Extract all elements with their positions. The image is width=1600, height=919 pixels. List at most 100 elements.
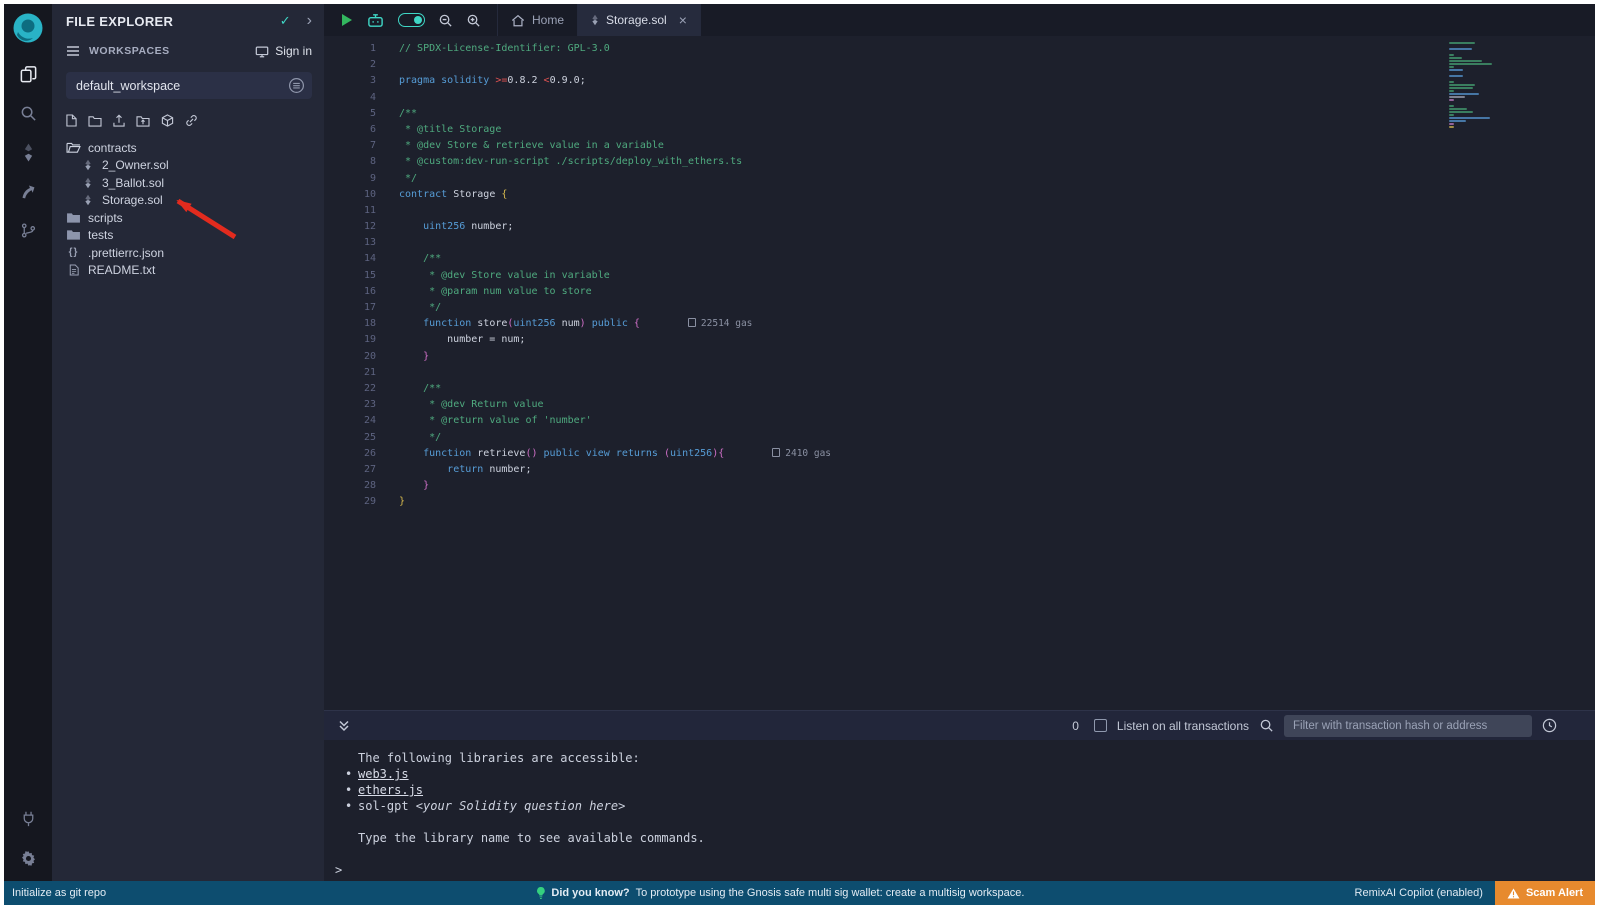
file-explorer-icon[interactable] <box>15 61 41 87</box>
statusbar: Initialize as git repo Did you know? To … <box>4 881 1595 905</box>
tree-file-Storage.sol[interactable]: Storage.sol <box>52 192 324 210</box>
folder-icon <box>66 212 81 224</box>
tree-file-README.txt[interactable]: README.txt <box>52 262 324 280</box>
plugin-manager-icon[interactable] <box>15 805 41 831</box>
terminal-header: 0 Listen on all transactions <box>324 710 1595 740</box>
terminal-line: •sol-gpt <your Solidity question here> <box>324 798 1595 814</box>
file-tree: contracts 2_Owner.sol 3_Ballot.sol Storage.… <box>52 139 324 279</box>
new-folder-icon[interactable] <box>88 115 102 127</box>
terminal-link-web3.js[interactable]: web3.js <box>358 767 409 781</box>
remixai-assistant-icon[interactable] <box>366 12 385 29</box>
toggle-knob <box>414 16 422 24</box>
gas-estimate: 22514 gas <box>688 318 752 329</box>
tree-label: tests <box>88 228 113 242</box>
upload-folder-icon[interactable] <box>136 115 150 127</box>
code-editor[interactable]: 1234567891011121314151617181920212223242… <box>324 36 1595 710</box>
sign-in-device-icon <box>255 45 269 58</box>
remix-logo[interactable] <box>11 11 45 45</box>
editor-tabbar: Home Storage.sol × <box>324 4 1595 36</box>
line-numbers: 1234567891011121314151617181920212223242… <box>324 41 376 710</box>
sign-in-button[interactable]: Sign in <box>255 44 312 58</box>
terminal-line: •web3.js <box>324 766 1595 782</box>
file-actions-toolbar <box>52 101 324 134</box>
upload-file-icon[interactable] <box>113 114 125 127</box>
terminal-line: The following libraries are accessible: <box>324 750 1595 766</box>
terminal-line <box>324 846 1595 862</box>
tree-label: scripts <box>88 211 123 225</box>
search-icon[interactable] <box>15 100 41 126</box>
tree-file-3_Ballot.sol[interactable]: 3_Ballot.sol <box>52 174 324 192</box>
listen-transactions-checkbox[interactable] <box>1094 719 1107 732</box>
tree-folder-tests[interactable]: tests <box>52 227 324 245</box>
tree-folder-scripts[interactable]: scripts <box>52 209 324 227</box>
sol-icon <box>80 159 95 171</box>
workspaces-menu-icon[interactable] <box>66 45 80 57</box>
tree-label: .prettierrc.json <box>88 246 164 260</box>
did-you-know-tip: Did you know? To prototype using the Gno… <box>535 886 1024 900</box>
close-tab-icon[interactable]: × <box>679 13 687 27</box>
tab-storage-sol[interactable]: Storage.sol × <box>578 4 701 36</box>
panel-title: FILE EXPLORER <box>66 14 280 29</box>
txt-icon <box>66 264 81 276</box>
git-init-button[interactable]: Initialize as git repo <box>12 887 106 899</box>
sol-icon <box>80 177 95 189</box>
json-icon: {} <box>66 247 81 258</box>
tree-label: contracts <box>88 141 137 155</box>
main-area: Home Storage.sol × 123456789101112131415… <box>324 4 1595 881</box>
tree-file-.prettierrc.json[interactable]: {} .prettierrc.json <box>52 244 324 262</box>
tree-label: 2_Owner.sol <box>102 158 169 172</box>
remix-ide-window: FILE EXPLORER ✓ › WORKSPACES Sign in <box>4 4 1595 905</box>
terminal-search-icon[interactable] <box>1259 718 1274 733</box>
run-script-play-button[interactable] <box>341 13 353 27</box>
tree-file-2_Owner.sol[interactable]: 2_Owner.sol <box>52 157 324 175</box>
workspaces-row: WORKSPACES Sign in <box>52 38 324 64</box>
check-icon: ✓ <box>280 13 291 29</box>
workspace-selector[interactable]: default_workspace <box>66 72 312 99</box>
zoom-out-icon[interactable] <box>438 13 453 28</box>
expand-terminal-icon[interactable] <box>338 719 350 732</box>
terminal-link-ethers.js[interactable]: ethers.js <box>358 783 423 797</box>
tree-folder-contracts[interactable]: contracts <box>52 139 324 157</box>
tip-text: To prototype using the Gnosis safe multi… <box>636 887 1025 899</box>
terminal-prompt[interactable]: > <box>324 862 1595 878</box>
transaction-filter-input[interactable] <box>1284 715 1532 737</box>
scam-alert-button[interactable]: Scam Alert <box>1495 881 1595 905</box>
app-frame: FILE EXPLORER ✓ › WORKSPACES Sign in <box>0 0 1600 919</box>
settings-gear-icon[interactable] <box>15 845 41 871</box>
workspace-name: default_workspace <box>76 79 288 93</box>
workspace-options-icon[interactable] <box>288 77 305 94</box>
pending-transactions-clock-icon[interactable] <box>1542 718 1557 733</box>
icon-sidebar <box>4 4 52 881</box>
sol-icon <box>80 194 95 206</box>
tab-home[interactable]: Home <box>497 4 578 36</box>
code-content: // SPDX-License-Identifier: GPL-3.0pragm… <box>376 41 831 710</box>
zoom-in-icon[interactable] <box>466 13 481 28</box>
terminal-output[interactable]: The following libraries are accessible:•… <box>324 740 1595 881</box>
file-explorer-panel: FILE EXPLORER ✓ › WORKSPACES Sign in <box>52 4 324 881</box>
copilot-status[interactable]: RemixAI Copilot (enabled) <box>1355 887 1483 899</box>
new-file-icon[interactable] <box>66 114 77 127</box>
home-icon <box>511 14 525 27</box>
tree-label: README.txt <box>88 263 155 277</box>
solidity-file-icon <box>591 14 599 26</box>
publish-to-gist-icon[interactable] <box>161 114 174 127</box>
folder-icon <box>66 229 81 241</box>
gas-estimate: 2410 gas <box>772 448 831 459</box>
solidity-compiler-icon[interactable] <box>15 139 41 165</box>
link-icon[interactable] <box>185 114 198 127</box>
workspaces-label: WORKSPACES <box>89 45 246 57</box>
minimap[interactable] <box>1449 42 1517 129</box>
deploy-and-run-icon[interactable] <box>15 178 41 204</box>
statusbar-right: RemixAI Copilot (enabled) Scam Alert <box>1355 881 1595 905</box>
terminal-line <box>324 814 1595 830</box>
tree-label: 3_Ballot.sol <box>102 176 164 190</box>
copilot-toggle[interactable] <box>398 13 425 27</box>
tip-label: Did you know? <box>551 887 629 899</box>
git-icon[interactable] <box>15 217 41 243</box>
panel-header: FILE EXPLORER ✓ › <box>52 4 324 38</box>
transaction-count: 0 <box>1072 719 1079 733</box>
warning-icon <box>1507 888 1520 899</box>
collapse-chevron-icon[interactable]: › <box>307 13 312 29</box>
terminal-line: Type the library name to see available c… <box>324 830 1595 846</box>
listen-transactions-label: Listen on all transactions <box>1117 719 1249 733</box>
